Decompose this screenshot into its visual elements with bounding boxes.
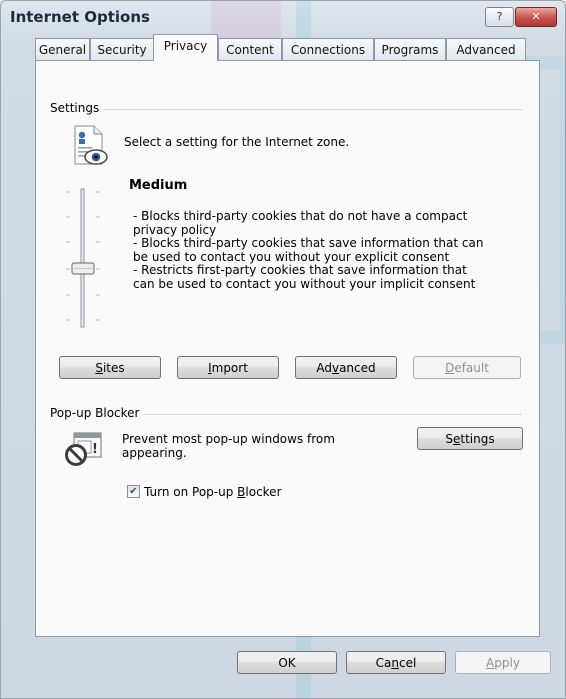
help-icon: ? — [496, 10, 503, 23]
cancel-button[interactable]: Cancel — [346, 651, 446, 674]
description-line: - Restricts first-party cookies that sav… — [133, 263, 467, 277]
access-key: D — [445, 361, 455, 375]
tab-security[interactable]: Security — [90, 38, 154, 60]
zone-instruction: Select a setting for the Internet zone. — [124, 135, 350, 149]
close-icon: ✕ — [531, 10, 541, 23]
popup-description-line2: appearing. — [122, 446, 187, 460]
sites-button[interactable]: Sites — [59, 356, 161, 379]
popup-description-line1: Prevent most pop-up windows from — [122, 432, 335, 446]
close-button[interactable]: ✕ — [515, 7, 557, 27]
button-label: ttings — [460, 432, 495, 446]
settings-group-label: Settings — [50, 101, 104, 115]
tab-connections[interactable]: Connections — [282, 38, 374, 60]
popup-blocker-icon: ! — [65, 432, 102, 466]
tab-advanced[interactable]: Advanced — [446, 38, 526, 60]
button-label: ites — [102, 361, 125, 375]
privacy-level-slider[interactable] — [56, 187, 116, 333]
button-label: mport — [211, 361, 248, 375]
import-button[interactable]: Import — [177, 356, 279, 379]
window-title: Internet Options — [10, 8, 150, 26]
tab-programs[interactable]: Programs — [374, 38, 446, 60]
button-label: anced — [339, 361, 376, 375]
popup-blocker-checkbox[interactable]: ✔ — [127, 485, 140, 498]
tab-general[interactable]: General — [35, 38, 90, 60]
access-key: v — [331, 361, 340, 375]
checkbox-label-text: Turn on Pop-up — [144, 485, 238, 499]
default-button[interactable]: Default — [413, 356, 521, 379]
apply-button[interactable]: Apply — [455, 651, 551, 674]
advanced-button[interactable]: Advanced — [295, 356, 397, 379]
tab-privacy[interactable]: Privacy — [153, 34, 218, 61]
access-key: n — [391, 656, 399, 670]
button-label: S — [445, 432, 453, 446]
svg-text:!: ! — [92, 442, 98, 457]
dialog-footer: OK Cancel Apply — [1, 637, 565, 698]
button-label: efault — [454, 361, 489, 375]
help-button[interactable]: ? — [485, 7, 514, 27]
privacy-level-name: Medium — [129, 178, 188, 193]
checkbox-label-text: locker — [245, 485, 282, 499]
description-line: can be used to contact you without your … — [133, 276, 476, 291]
button-label: pply — [494, 656, 520, 670]
internet-options-window: Internet Options ? ✕ General Security Pr… — [0, 0, 566, 699]
description-line: - Blocks third-party cookies that do not… — [133, 209, 468, 223]
description-line: be used to contact you without your expl… — [133, 249, 450, 264]
privacy-tab-panel: Settings Select a setting for the Intern… — [35, 60, 540, 637]
access-key: S — [95, 361, 103, 375]
ok-button[interactable]: OK — [237, 651, 337, 674]
popup-blocker-checkbox-label[interactable]: Turn on Pop-up Blocker — [144, 485, 282, 499]
popup-blocker-group-label: Pop-up Blocker — [50, 406, 144, 420]
description-line: - Blocks third-party cookies that save i… — [133, 236, 484, 250]
settings-group-divider — [50, 109, 522, 110]
checkmark-icon: ✔ — [129, 486, 138, 497]
privacy-level-description: - Blocks third-party cookies that do not… — [133, 209, 503, 291]
button-label: Ad — [316, 361, 332, 375]
privacy-document-icon — [74, 125, 108, 165]
title-bar[interactable]: Internet Options ? ✕ — [1, 1, 565, 33]
popup-settings-button[interactable]: Settings — [417, 427, 523, 450]
button-label: cel — [399, 656, 417, 670]
description-line: privacy policy — [133, 222, 217, 237]
tab-content[interactable]: Content — [218, 38, 282, 60]
button-label: Ca — [375, 656, 392, 670]
